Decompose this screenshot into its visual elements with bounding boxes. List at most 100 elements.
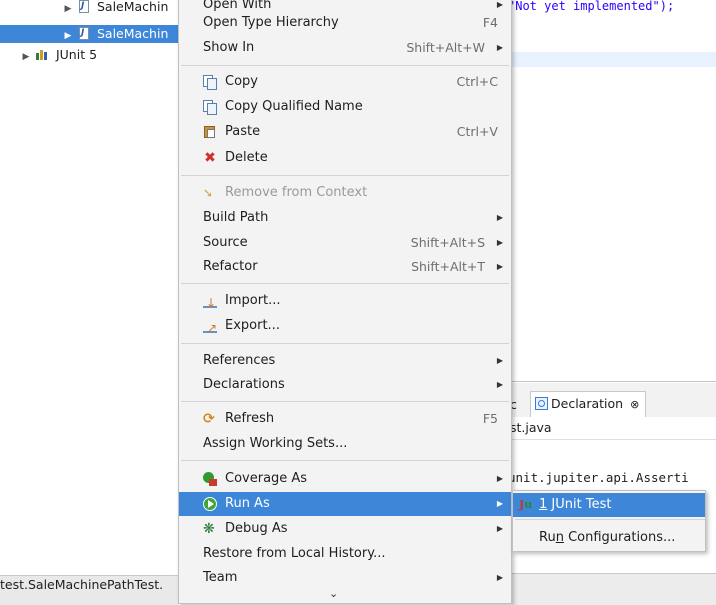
menu-item-label: Import... (225, 293, 281, 308)
package-explorer: ▶ J SaleMachin ▶ J SaleMachin ▶ JUnit 5 (0, 0, 178, 604)
menu-item-paste[interactable]: Paste Ctrl+V (179, 120, 511, 144)
menu-item-label: Restore from Local History... (203, 546, 386, 561)
close-icon[interactable]: ⊗ (630, 398, 639, 411)
tree-item-salemachine-2[interactable]: ▶ J SaleMachin (0, 25, 178, 43)
menu-item-export[interactable]: Export... (179, 314, 511, 340)
submenu-item-junit-test[interactable]: Ju 1 JUnit Test (513, 493, 705, 517)
menu-separator (181, 175, 509, 176)
menu-separator (181, 460, 509, 461)
expand-arrow-icon[interactable]: ▶ (20, 48, 32, 64)
expand-arrow-icon[interactable]: ▶ (62, 27, 74, 43)
refresh-icon: ⟳ (203, 411, 215, 427)
menu-item-label: Refactor (203, 259, 258, 274)
tree-item-salemachine-1[interactable]: ▶ J SaleMachin (62, 0, 178, 16)
declaration-code-line: unit.jupiter.api.Asserti (508, 470, 689, 485)
menu-item-shortcut: Shift+Alt+W (406, 40, 485, 55)
junit-icon: Ju (519, 498, 533, 511)
tree-item-label: SaleMachin (96, 26, 169, 41)
java-file-icon: J (78, 0, 90, 13)
submenu-item-run-configurations[interactable]: Run Configurations... (513, 526, 705, 550)
editor-current-line (508, 52, 716, 67)
menu-item-label: Open Type Hierarchy (203, 15, 339, 30)
menu-item-copy-qualified-name[interactable]: Copy Qualified Name (179, 95, 511, 119)
submenu-arrow-icon: ▶ (496, 573, 503, 582)
menu-item-label: Remove from Context (225, 185, 368, 200)
submenu-arrow-icon: ▶ (496, 213, 503, 222)
menu-item-restore-local-history[interactable]: Restore from Local History... (179, 542, 511, 566)
tab-declaration[interactable]: Declaration ⊗ (530, 391, 647, 418)
menu-separator (181, 65, 509, 66)
submenu-arrow-icon: ▶ (496, 356, 503, 365)
paste-icon (203, 125, 217, 139)
menu-item-assign-working-sets[interactable]: Assign Working Sets... (179, 432, 511, 456)
menu-item-remove-from-context[interactable]: ➘ Remove from Context (179, 181, 511, 205)
menu-item-debug-as[interactable]: ❋ Debug As ▶ (179, 517, 511, 541)
copy-icon (203, 75, 217, 90)
submenu-arrow-icon: ▶ (496, 524, 503, 533)
menu-item-run-as[interactable]: Run As ▶ (179, 492, 511, 516)
submenu-arrow-icon: ▶ (496, 43, 503, 52)
menu-item-shortcut: F4 (482, 15, 498, 30)
menu-item-label: Copy (225, 74, 258, 89)
menu-item-shortcut: Shift+Alt+T (411, 259, 485, 274)
menu-item-team[interactable]: Team ▶ (179, 566, 511, 590)
tree-item-junit5[interactable]: ▶ JUnit 5 (20, 46, 178, 64)
status-bar-text: test.SaleMachinePathTest. (0, 577, 164, 592)
menu-item-delete[interactable]: ✖ Delete (179, 146, 511, 170)
menu-item-label: Team (203, 570, 238, 585)
menu-item-label: Run As (225, 496, 270, 511)
import-icon (203, 291, 217, 315)
menu-item-shortcut: F5 (482, 411, 498, 426)
menu-item-label: Refresh (225, 411, 275, 426)
menu-item-label: Build Path (203, 210, 269, 225)
tab-declaration-label: Declaration (551, 396, 624, 411)
submenu-arrow-icon: ▶ (496, 474, 503, 483)
menu-separator (181, 343, 509, 344)
submenu-arrow-icon: ▶ (496, 380, 503, 389)
editor-code-line: "Not yet implemented"); (508, 0, 675, 13)
menu-item-label: Coverage As (225, 471, 308, 486)
menu-item-label: Copy Qualified Name (225, 99, 363, 114)
menu-item-shortcut: Ctrl+C (456, 74, 498, 89)
submenu-item-label: Run Configurations... (539, 530, 676, 545)
submenu-arrow-icon: ▶ (496, 262, 503, 271)
menu-separator (181, 283, 509, 284)
menu-item-build-path[interactable]: Build Path ▶ (179, 206, 511, 230)
run-icon (203, 497, 217, 511)
menu-item-label: Assign Working Sets... (203, 436, 348, 451)
menu-item-label: Delete (225, 150, 268, 165)
menu-item-label: Export... (225, 318, 280, 333)
expand-arrow-icon[interactable]: ▶ (62, 0, 74, 16)
java-file-icon: J (78, 27, 90, 40)
menu-item-label: Source (203, 235, 248, 250)
menu-item-coverage-as[interactable]: Coverage As ▶ (179, 467, 511, 491)
copy-qualified-icon (203, 100, 217, 115)
menu-item-references[interactable]: References ▶ (179, 349, 511, 373)
menu-item-import[interactable]: Import... (179, 289, 511, 315)
remove-context-icon: ➘ (203, 186, 214, 200)
debug-icon: ❋ (203, 521, 215, 537)
submenu-arrow-icon: ▶ (496, 499, 503, 508)
submenu-item-label: 1 JUnit Test (539, 497, 612, 512)
delete-icon: ✖ (204, 150, 216, 166)
context-menu: Open With ▶ Open Type Hierarchy F4 Show … (178, 0, 512, 604)
menu-item-label: Debug As (225, 521, 288, 536)
menu-item-label: Paste (225, 124, 261, 139)
declaration-file-name: st.java (508, 417, 716, 440)
menu-item-refresh[interactable]: ⟳ Refresh F5 (179, 407, 511, 431)
library-icon (35, 49, 49, 60)
declaration-icon (535, 397, 548, 410)
run-as-submenu: Ju 1 JUnit Test Run Configurations... (512, 490, 706, 552)
menu-item-open-type-hierarchy[interactable]: Open Type Hierarchy F4 (179, 11, 511, 35)
menu-item-refactor[interactable]: Refactor Shift+Alt+T ▶ (179, 255, 511, 279)
menu-item-source[interactable]: Source Shift+Alt+S ▶ (179, 231, 511, 255)
menu-item-label: Declarations (203, 377, 285, 392)
menu-item-copy[interactable]: Copy Ctrl+C (179, 70, 511, 94)
scroll-down-icon[interactable]: ⌄ (329, 587, 338, 600)
menu-separator (181, 401, 509, 402)
menu-item-shortcut: Ctrl+V (456, 124, 498, 139)
menu-item-declarations[interactable]: Declarations ▶ (179, 373, 511, 397)
menu-item-shortcut: Shift+Alt+S (410, 235, 485, 250)
menu-item-show-in[interactable]: Show In Shift+Alt+W ▶ (179, 36, 511, 60)
coverage-icon (203, 472, 217, 486)
